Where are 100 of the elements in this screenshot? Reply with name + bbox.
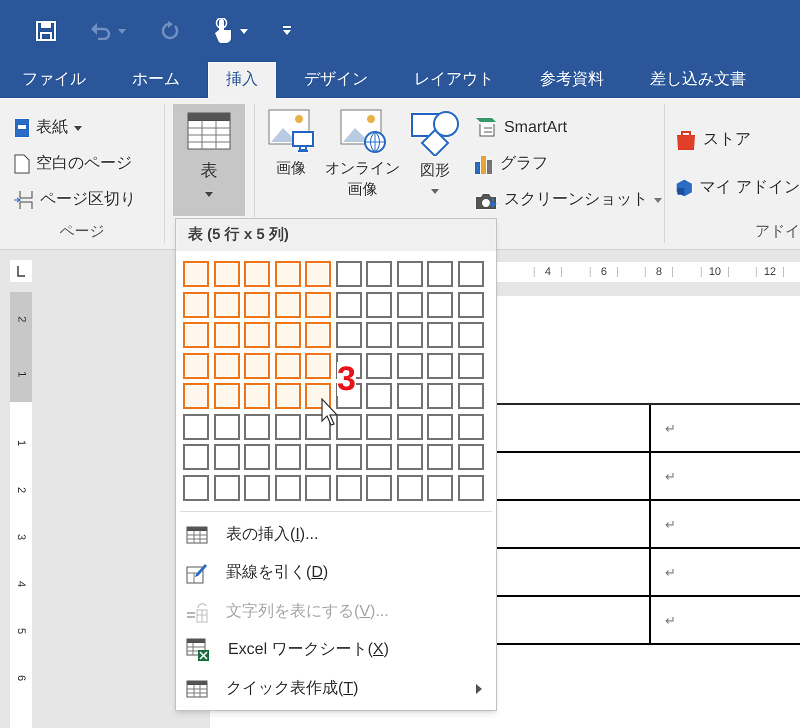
- grid-cell[interactable]: [244, 292, 270, 318]
- grid-cell[interactable]: [305, 322, 331, 348]
- grid-cell[interactable]: [305, 444, 331, 470]
- grid-cell[interactable]: [396, 444, 422, 470]
- grid-cell[interactable]: [396, 261, 422, 287]
- grid-cell[interactable]: [336, 444, 362, 470]
- grid-cell[interactable]: [274, 414, 300, 440]
- grid-cell[interactable]: [458, 261, 484, 287]
- grid-cell[interactable]: [183, 414, 209, 440]
- grid-cell[interactable]: [305, 261, 331, 287]
- grid-cell[interactable]: [366, 444, 392, 470]
- grid-cell[interactable]: [427, 474, 453, 500]
- grid-cell[interactable]: [396, 352, 422, 378]
- grid-cell[interactable]: [396, 414, 422, 440]
- grid-cell[interactable]: [244, 444, 270, 470]
- grid-cell[interactable]: [336, 292, 362, 318]
- grid-cell[interactable]: [274, 261, 300, 287]
- grid-cell[interactable]: [336, 261, 362, 287]
- ribbon-button[interactable]: マイ アドイン: [675, 170, 800, 206]
- grid-cell[interactable]: [244, 352, 270, 378]
- ribbon-button[interactable]: グラフ: [474, 146, 662, 182]
- menu-item[interactable]: 表の挿入(I)...: [176, 516, 496, 554]
- grid-cell[interactable]: [458, 444, 484, 470]
- grid-cell[interactable]: [427, 352, 453, 378]
- grid-cell[interactable]: [366, 322, 392, 348]
- grid-cell[interactable]: [214, 261, 240, 287]
- grid-cell[interactable]: [396, 474, 422, 500]
- grid-cell[interactable]: [305, 292, 331, 318]
- grid-cell[interactable]: [244, 383, 270, 409]
- grid-cell[interactable]: [458, 322, 484, 348]
- ribbon-tab[interactable]: 挿入: [208, 62, 276, 98]
- grid-cell[interactable]: [396, 383, 422, 409]
- ribbon-button[interactable]: 表紙: [14, 110, 164, 146]
- grid-cell[interactable]: [214, 444, 240, 470]
- grid-cell[interactable]: [244, 322, 270, 348]
- grid-cell[interactable]: [458, 383, 484, 409]
- grid-cell[interactable]: [366, 292, 392, 318]
- table-button[interactable]: 表: [173, 104, 245, 216]
- grid-cell[interactable]: [274, 383, 300, 409]
- ribbon-tab[interactable]: デザイン: [286, 62, 386, 98]
- grid-cell[interactable]: [305, 352, 331, 378]
- grid-cell[interactable]: [458, 352, 484, 378]
- menu-item[interactable]: クイック表作成(T): [176, 670, 496, 708]
- grid-cell[interactable]: [427, 261, 453, 287]
- grid-cell[interactable]: [214, 414, 240, 440]
- grid-cell[interactable]: [458, 414, 484, 440]
- grid-cell[interactable]: [305, 383, 331, 409]
- ribbon-tab[interactable]: ホーム: [114, 62, 198, 98]
- grid-cell[interactable]: [183, 444, 209, 470]
- grid-cell[interactable]: [336, 474, 362, 500]
- grid-cell[interactable]: [336, 322, 362, 348]
- grid-cell[interactable]: [274, 474, 300, 500]
- grid-cell[interactable]: [183, 383, 209, 409]
- grid-cell[interactable]: [427, 414, 453, 440]
- grid-cell[interactable]: [458, 474, 484, 500]
- grid-cell[interactable]: [396, 322, 422, 348]
- grid-cell[interactable]: [458, 292, 484, 318]
- grid-cell[interactable]: [366, 352, 392, 378]
- grid-cell[interactable]: [427, 322, 453, 348]
- menu-item[interactable]: 罫線を引く(D): [176, 554, 496, 592]
- grid-cell[interactable]: [366, 383, 392, 409]
- grid-cell[interactable]: [274, 322, 300, 348]
- ribbon-button[interactable]: オンライン 画像: [323, 106, 402, 218]
- ribbon-button[interactable]: 空白のページ: [14, 146, 164, 182]
- grid-cell[interactable]: [305, 474, 331, 500]
- grid-cell[interactable]: [305, 414, 331, 440]
- grid-cell[interactable]: [366, 474, 392, 500]
- grid-cell[interactable]: [366, 261, 392, 287]
- ribbon-button[interactable]: 図形: [408, 106, 462, 218]
- ribbon-button[interactable]: ページ区切り: [14, 182, 164, 218]
- grid-cell[interactable]: [214, 474, 240, 500]
- grid-cell[interactable]: [183, 352, 209, 378]
- ribbon-tab[interactable]: レイアウト: [396, 62, 512, 98]
- grid-cell[interactable]: [183, 474, 209, 500]
- grid-cell[interactable]: [214, 292, 240, 318]
- menu-item[interactable]: Excel ワークシート(X): [176, 631, 496, 670]
- grid-cell[interactable]: [244, 261, 270, 287]
- ribbon-tab[interactable]: 差し込み文書: [632, 62, 764, 98]
- grid-cell[interactable]: [183, 261, 209, 287]
- ribbon-tab[interactable]: ファイル: [4, 62, 104, 98]
- grid-cell[interactable]: [366, 414, 392, 440]
- grid-cell[interactable]: [274, 352, 300, 378]
- ribbon-tab[interactable]: 参考資料: [522, 62, 622, 98]
- ribbon-button[interactable]: スクリーンショット: [474, 182, 662, 218]
- grid-cell[interactable]: [427, 383, 453, 409]
- grid-cell[interactable]: [214, 322, 240, 348]
- grid-cell[interactable]: [396, 292, 422, 318]
- grid-cell[interactable]: [183, 322, 209, 348]
- grid-cell[interactable]: [214, 352, 240, 378]
- grid-cell[interactable]: [183, 292, 209, 318]
- grid-cell[interactable]: [244, 474, 270, 500]
- grid-cell[interactable]: [427, 444, 453, 470]
- grid-cell[interactable]: [274, 292, 300, 318]
- ribbon-button[interactable]: SmartArt: [474, 110, 662, 146]
- grid-cell[interactable]: [244, 414, 270, 440]
- grid-cell[interactable]: [214, 383, 240, 409]
- ribbon-button[interactable]: ストア: [675, 122, 800, 158]
- grid-cell[interactable]: [274, 444, 300, 470]
- grid-cell[interactable]: [427, 292, 453, 318]
- ribbon-button[interactable]: 画像: [265, 106, 317, 218]
